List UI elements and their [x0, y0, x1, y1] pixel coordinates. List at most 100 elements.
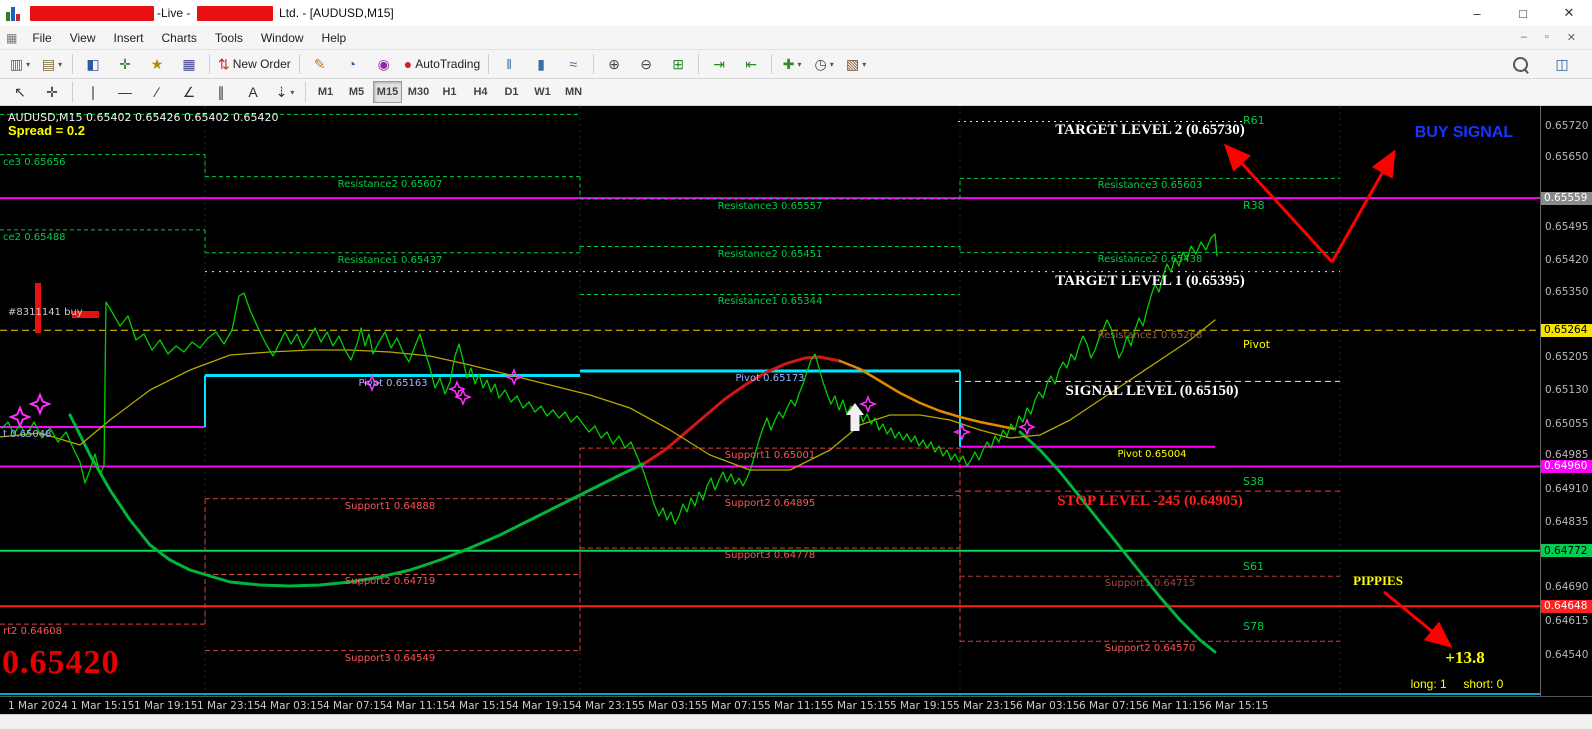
timeframe-m15[interactable]: M15: [373, 81, 402, 103]
maximize-button[interactable]: □: [1500, 0, 1546, 26]
price-tick: 0.65650: [1545, 151, 1589, 164]
time-label: 4 Mar 19:15: [512, 700, 576, 712]
minimize-button[interactable]: –: [1454, 0, 1500, 26]
arrows-tool-button[interactable]: ⇣ ▾: [269, 79, 301, 105]
community-button[interactable]: ◫: [1546, 51, 1578, 77]
red-arrow-target2: [1223, 143, 1334, 264]
autotrading-button[interactable]: ● AutoTrading: [400, 51, 484, 77]
chart-shift-button[interactable]: ⇤: [735, 51, 767, 77]
timeframe-m1[interactable]: M1: [311, 81, 340, 103]
autotrading-label: AutoTrading: [415, 57, 481, 71]
menu-file[interactable]: File: [23, 28, 60, 48]
trendline-button[interactable]: ∕: [141, 79, 173, 105]
toolbar-separator: [72, 54, 73, 74]
price-scale[interactable]: 0.65720 0.65650 0.65495 0.65420 0.65350 0.652…: [1540, 106, 1592, 696]
price-tick: 0.65350: [1545, 285, 1589, 298]
auto-scroll-button[interactable]: ⇥: [703, 51, 735, 77]
chart-candles-icon: ▮: [537, 55, 546, 72]
strategy-tester-button[interactable]: ◔: [336, 51, 368, 77]
timeframe-m5[interactable]: M5: [342, 81, 371, 103]
chevron-down-icon: ▾: [290, 87, 295, 97]
chart-candles-button[interactable]: ▮: [525, 51, 557, 77]
toolbar-separator: [488, 54, 490, 74]
menu-charts[interactable]: Charts: [153, 28, 206, 48]
market-watch-button[interactable]: ◧: [77, 51, 109, 77]
crosshair-button[interactable]: ✛: [36, 79, 68, 105]
vertical-line-button[interactable]: ∣: [77, 79, 109, 105]
timeframe-m30[interactable]: M30: [404, 81, 433, 103]
autotrading-icon: ●: [403, 56, 413, 72]
diamond-signal-icon: [858, 394, 878, 414]
new-order-button[interactable]: ⇅ New Order: [214, 51, 295, 77]
child-close-button[interactable]: ✕: [1567, 31, 1576, 44]
window-title-prefix: -Live -: [157, 6, 194, 20]
trendline-icon: ∕: [155, 84, 159, 100]
price-tick: 0.65205: [1545, 350, 1589, 363]
text-label-button[interactable]: A: [237, 79, 269, 105]
metaeditor-icon: ✎: [313, 55, 326, 72]
ma-slow-green-left: [68, 413, 647, 588]
indicators-button[interactable]: ✚ ▾: [776, 51, 808, 77]
search-button[interactable]: [1504, 51, 1536, 77]
trendline-angle-button[interactable]: ∠: [173, 79, 205, 105]
menu-view[interactable]: View: [61, 28, 105, 48]
periods-icon: ◷: [814, 55, 827, 72]
terminal-button[interactable]: ▦: [173, 51, 205, 77]
templates-button[interactable]: ▧ ▾: [840, 51, 872, 77]
diamond-signal-icon: [362, 373, 382, 393]
price-level-box: 0.65264: [1541, 323, 1592, 337]
zoom-in-icon: ⊕: [608, 55, 621, 72]
cursor-icon: ↖: [14, 83, 26, 100]
chart-area[interactable]: AUDUSD,M15 0.65402 0.65426 0.65402 0.654…: [0, 106, 1592, 714]
menu-insert[interactable]: Insert: [104, 28, 152, 48]
alerts-button[interactable]: ◉: [368, 51, 400, 77]
timeframe-h4[interactable]: H4: [466, 81, 495, 103]
price-level-box: 0.64648: [1541, 599, 1592, 613]
timeframe-h1[interactable]: H1: [435, 81, 464, 103]
metaeditor-button[interactable]: ✎: [304, 51, 336, 77]
timeframe-w1[interactable]: W1: [528, 81, 557, 103]
time-label: 6 Mar 03:15: [1016, 700, 1080, 712]
time-label: 6 Mar 07:15: [1079, 700, 1143, 712]
chart-bars-button[interactable]: ‖: [493, 51, 525, 77]
time-label: 1 Mar 2024: [8, 700, 68, 712]
time-label: 1 Mar 23:15: [197, 700, 261, 712]
menu-help[interactable]: Help: [313, 28, 356, 48]
price-tick: 0.64540: [1545, 648, 1589, 661]
menu-tools[interactable]: Tools: [206, 28, 252, 48]
chart-canvas: [0, 106, 1540, 696]
templates-icon: ▧: [846, 55, 860, 72]
equidistant-channel-button[interactable]: ∥: [205, 79, 237, 105]
new-chart-icon: ▥: [9, 55, 24, 72]
horizontal-line-button[interactable]: ―: [109, 79, 141, 105]
price-tick: 0.65495: [1545, 220, 1589, 233]
child-minimize-button[interactable]: –: [1521, 31, 1527, 44]
new-chart-button[interactable]: ▥ ▾: [4, 51, 36, 77]
data-window-button[interactable]: ✛: [109, 51, 141, 77]
drawing-toolbar: ↖ ✛ ∣ ― ∕ ∠ ∥ A ⇣ ▾ M1 M5 M15 M30 H1 H4 D1 W1 MN: [0, 79, 1592, 106]
price-tick: 0.65420: [1545, 254, 1589, 267]
menu-window[interactable]: Window: [252, 28, 313, 48]
close-button[interactable]: ✕: [1546, 0, 1592, 26]
tile-windows-button[interactable]: ⊞: [662, 51, 694, 77]
zoom-out-button[interactable]: ⊖: [630, 51, 662, 77]
timeframe-mn[interactable]: MN: [559, 81, 588, 103]
cursor-button[interactable]: ↖: [4, 79, 36, 105]
equidistant-channel-icon: ∥: [217, 83, 225, 100]
time-axis[interactable]: 1 Mar 2024 1 Mar 15:15 1 Mar 19:15 1 Mar 23…: [0, 696, 1592, 714]
new-order-label: New Order: [232, 57, 291, 71]
zoom-in-button[interactable]: ⊕: [598, 51, 630, 77]
periods-button[interactable]: ◷ ▾: [808, 51, 840, 77]
navigator-button[interactable]: ★: [141, 51, 173, 77]
profiles-button[interactable]: ▤ ▾: [36, 51, 68, 77]
timeframe-d1[interactable]: D1: [497, 81, 526, 103]
chevron-down-icon: ▾: [797, 59, 802, 69]
price-tick: 0.65720: [1545, 120, 1589, 132]
toolbar-separator: [698, 54, 700, 74]
chevron-down-icon: ▾: [829, 59, 834, 69]
main-toolbar: ▥ ▾ ▤ ▾ ◧ ✛ ★ ▦ ⇅ New Order ✎ ◔ ◉ ● AutoTrading ‖ ▮ ≈ ⊕ ⊖ ⊞ ⇥…: [0, 50, 1592, 79]
window-title: Ltd. - [AUDUSD,M15]: [275, 6, 394, 20]
chart-line-button[interactable]: ≈: [557, 51, 589, 77]
child-restore-button[interactable]: ▫: [1545, 31, 1549, 44]
horizontal-line-icon: ―: [118, 84, 132, 100]
